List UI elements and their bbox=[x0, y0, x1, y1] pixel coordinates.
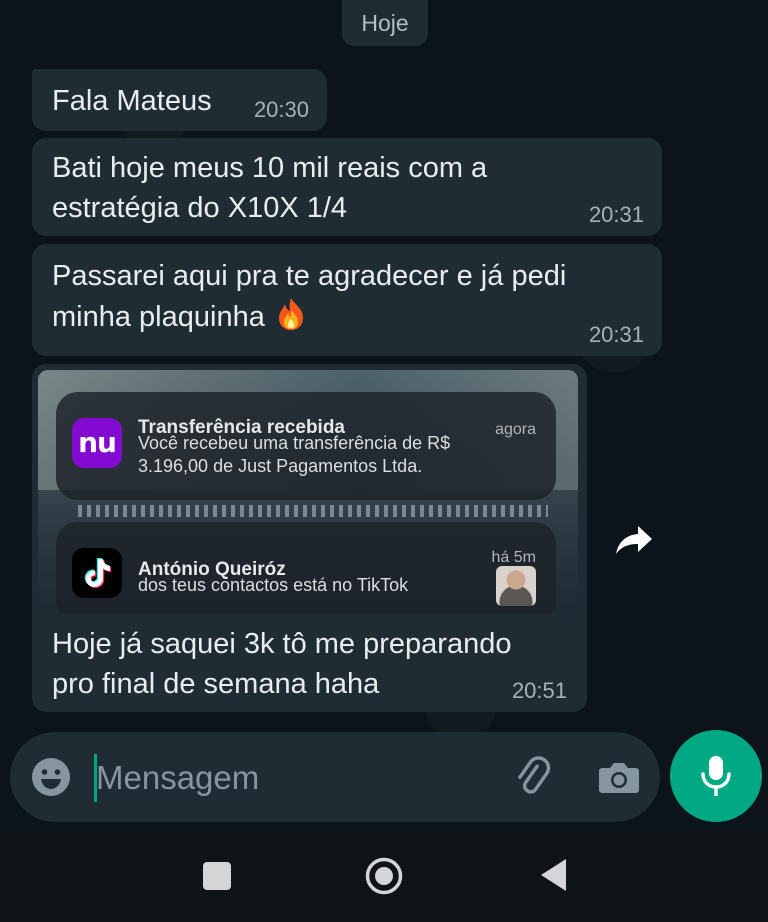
microphone-icon bbox=[701, 756, 731, 796]
message-bubble[interactable]: Bati hoje meus 10 mil reais com a estrat… bbox=[32, 138, 662, 236]
emoji-icon bbox=[32, 758, 70, 796]
message-text: Passarei aqui pra te agradecer e já pedi… bbox=[52, 260, 567, 333]
home-icon[interactable] bbox=[364, 856, 404, 896]
forward-button[interactable] bbox=[608, 514, 660, 566]
date-chip: Hoje bbox=[342, 0, 428, 46]
camera-icon bbox=[599, 763, 639, 793]
attached-screenshot-image[interactable]: nu Transferência recebida Você recebeu u… bbox=[38, 370, 578, 614]
tiktok-app-icon bbox=[72, 548, 122, 598]
image-message-bubble[interactable]: nu Transferência recebida Você recebeu u… bbox=[32, 364, 587, 712]
screenshot-background-fence bbox=[78, 505, 548, 517]
notification-time: agora bbox=[495, 421, 536, 438]
message-text: Hoje já saquei 3k tô me preparando pro f… bbox=[52, 628, 512, 700]
system-navigation-bar bbox=[0, 830, 768, 922]
fire-emoji-icon bbox=[273, 296, 309, 332]
message-bubble[interactable]: Passarei aqui pra te agradecer e já pedi… bbox=[32, 244, 662, 356]
date-chip-label: Hoje bbox=[361, 9, 409, 36]
notification-body: Você recebeu uma transferência de R$ 3.1… bbox=[138, 433, 451, 476]
message-time: 20:31 bbox=[588, 202, 644, 227]
message-text: Bati hoje meus 10 mil reais com a estrat… bbox=[52, 152, 488, 224]
paperclip-icon bbox=[518, 756, 551, 794]
message-time: 20:51 bbox=[511, 678, 567, 703]
contact-avatar bbox=[496, 566, 536, 606]
nubank-logo-text: nu bbox=[78, 426, 117, 459]
voice-message-button[interactable] bbox=[670, 730, 762, 822]
camera-button[interactable] bbox=[596, 754, 642, 800]
message-time: 20:31 bbox=[588, 322, 644, 347]
message-input[interactable] bbox=[96, 750, 476, 806]
message-composer bbox=[10, 732, 660, 822]
forward-arrow-icon bbox=[616, 526, 652, 554]
message-time: 20:30 bbox=[253, 97, 309, 122]
nubank-app-icon: nu bbox=[72, 418, 122, 468]
attach-button[interactable] bbox=[510, 754, 556, 800]
back-icon[interactable] bbox=[538, 856, 568, 894]
notification-nubank: nu Transferência recebida Você recebeu u… bbox=[56, 392, 556, 500]
message-bubble[interactable]: Fala Mateus 20:30 bbox=[32, 69, 327, 131]
notification-tiktok: António Queiróz dos teus contactos está … bbox=[56, 522, 556, 614]
message-text: Fala Mateus bbox=[52, 85, 212, 117]
notification-body: dos teus contactos está no TikTok bbox=[138, 575, 409, 595]
recent-apps-icon[interactable] bbox=[203, 862, 231, 890]
emoji-button[interactable] bbox=[30, 756, 72, 798]
